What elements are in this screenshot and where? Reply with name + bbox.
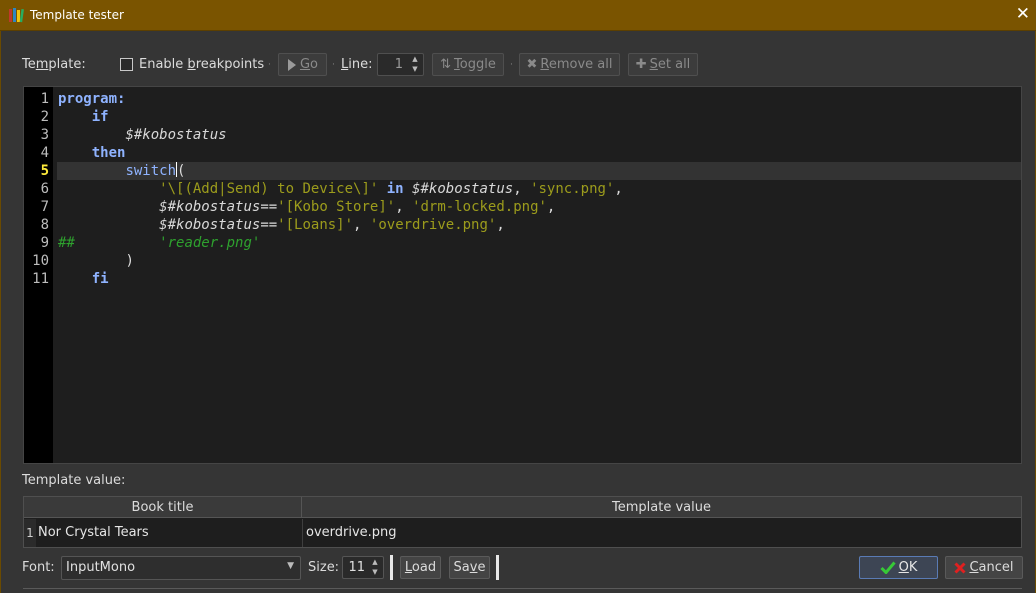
save-button[interactable]: Save bbox=[449, 556, 490, 579]
window-title: Template tester bbox=[30, 8, 124, 22]
toggle-button[interactable]: ⇅ Toggle bbox=[432, 53, 504, 76]
code-line-3[interactable]: $#kobostatus bbox=[58, 126, 226, 144]
line-number[interactable]: 9 bbox=[24, 234, 49, 252]
title-bar: Template tester ✕ bbox=[0, 0, 1036, 31]
size-label: Size: bbox=[308, 560, 340, 575]
go-button[interactable]: Go bbox=[278, 53, 327, 76]
line-number-current[interactable]: 5 bbox=[24, 162, 49, 180]
divider-bar bbox=[390, 555, 393, 580]
set-all-button[interactable]: ✚ Set all bbox=[628, 53, 698, 76]
ok-button[interactable]: OK bbox=[859, 556, 938, 579]
cancel-button[interactable]: Cancel bbox=[945, 556, 1023, 579]
code-line-11[interactable]: fi bbox=[58, 270, 109, 288]
enable-breakpoints-label[interactable]: Enable breakpoints bbox=[139, 57, 264, 72]
code-line-1[interactable]: program: bbox=[58, 90, 125, 108]
template-editor[interactable]: 1 2 3 4 5 6 7 8 9 10 11 program: if $#ko… bbox=[23, 86, 1022, 464]
font-select-value[interactable]: InputMono bbox=[66, 560, 135, 575]
enable-breakpoints-checkbox[interactable] bbox=[120, 58, 133, 71]
font-size-spinbox[interactable]: 11 ▲ ▼ bbox=[342, 556, 384, 579]
chevron-down-icon[interactable]: ▼ bbox=[287, 561, 294, 571]
current-line-highlight bbox=[57, 162, 1021, 180]
toolbar-separator: · bbox=[510, 60, 513, 70]
play-icon bbox=[287, 58, 296, 71]
line-number[interactable]: 3 bbox=[24, 126, 49, 144]
results-table[interactable]: Book title Template value 1 Nor Crystal … bbox=[23, 496, 1022, 548]
code-line-7[interactable]: $#kobostatus=='[Kobo Store]', 'drm-locke… bbox=[58, 198, 555, 216]
column-divider bbox=[302, 519, 303, 547]
line-number[interactable]: 2 bbox=[24, 108, 49, 126]
font-select[interactable]: InputMono ▼ bbox=[61, 556, 301, 580]
spin-up-icon[interactable]: ▲ bbox=[372, 558, 377, 567]
line-number[interactable]: 4 bbox=[24, 144, 49, 162]
code-line-9[interactable]: ## 'reader.png' bbox=[58, 234, 260, 252]
checkmark-icon bbox=[880, 561, 896, 574]
line-number[interactable]: 8 bbox=[24, 216, 49, 234]
line-spinbox[interactable]: 1 ▲ ▼ bbox=[377, 53, 424, 76]
spin-down-icon[interactable]: ▼ bbox=[412, 65, 417, 74]
close-icon[interactable]: ✕ bbox=[1016, 4, 1030, 24]
code-line-2[interactable]: if bbox=[58, 108, 109, 126]
table-cell-book-title[interactable]: Nor Crystal Tears bbox=[38, 519, 149, 547]
line-number[interactable]: 7 bbox=[24, 198, 49, 216]
divider-bar bbox=[496, 555, 499, 580]
plus-icon: ✚ bbox=[635, 57, 647, 72]
line-number-gutter[interactable]: 1 2 3 4 5 6 7 8 9 10 11 bbox=[24, 87, 53, 463]
code-line-8[interactable]: $#kobostatus=='[Loans]', 'overdrive.png'… bbox=[58, 216, 505, 234]
column-header-book-title[interactable]: Book title bbox=[24, 497, 302, 518]
column-header-template-value[interactable]: Template value bbox=[302, 497, 1021, 518]
load-button[interactable]: Load bbox=[400, 556, 441, 579]
toggle-icon: ⇅ bbox=[440, 57, 452, 72]
line-label: Line: bbox=[341, 57, 373, 72]
remove-icon: ✖ bbox=[526, 57, 538, 72]
row-number[interactable]: 1 bbox=[24, 519, 36, 547]
bottom-divider bbox=[23, 588, 1022, 589]
line-number[interactable]: 1 bbox=[24, 90, 49, 108]
line-number[interactable]: 11 bbox=[24, 270, 49, 288]
line-number[interactable]: 10 bbox=[24, 252, 49, 270]
code-line-5[interactable]: switch( bbox=[58, 162, 185, 180]
font-label: Font: bbox=[22, 560, 55, 575]
spin-down-icon[interactable]: ▼ bbox=[372, 568, 377, 577]
toolbar-separator: · bbox=[332, 60, 335, 70]
books-icon bbox=[9, 8, 24, 23]
line-value[interactable]: 1 bbox=[395, 57, 403, 72]
spin-up-icon[interactable]: ▲ bbox=[412, 55, 417, 64]
template-label: Template: bbox=[22, 57, 86, 72]
toolbar-separator: · bbox=[268, 60, 271, 70]
cancel-x-icon bbox=[954, 561, 967, 574]
remove-all-button[interactable]: ✖ Remove all bbox=[519, 53, 620, 76]
code-line-10[interactable]: ) bbox=[58, 252, 133, 270]
font-size-value[interactable]: 11 bbox=[348, 560, 365, 575]
line-number[interactable]: 6 bbox=[24, 180, 49, 198]
template-value-label: Template value: bbox=[22, 473, 126, 488]
table-cell-template-value[interactable]: overdrive.png bbox=[306, 519, 397, 547]
code-line-6[interactable]: '\[(Add|Send) to Device\]' in $#kobostat… bbox=[58, 180, 623, 198]
code-line-4[interactable]: then bbox=[58, 144, 126, 162]
